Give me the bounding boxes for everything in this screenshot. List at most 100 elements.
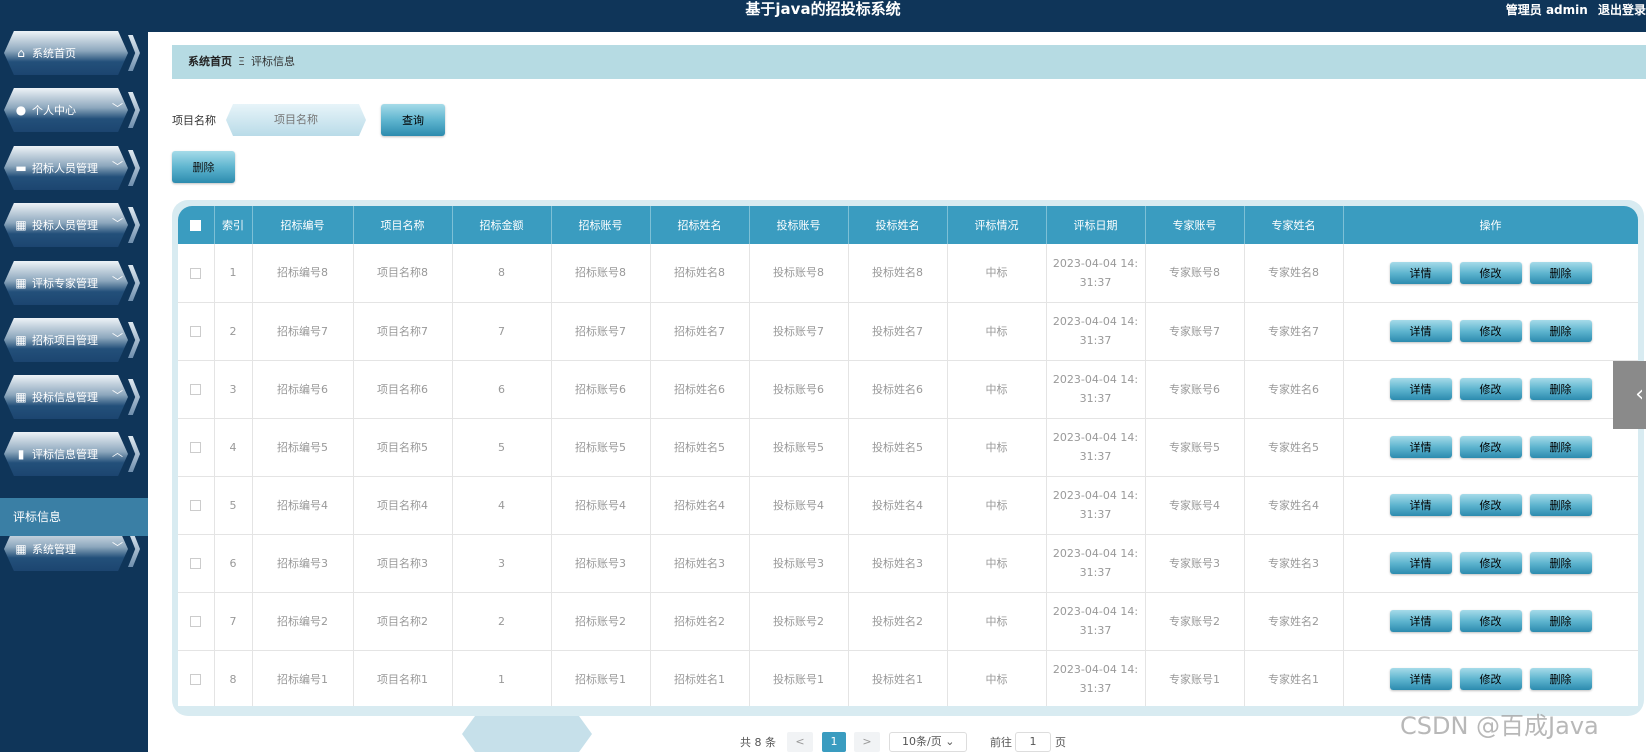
sidebar-subitem-review-info[interactable]: 评标信息 bbox=[0, 498, 148, 536]
cell-bidder-name: 投标姓名6 bbox=[848, 360, 948, 419]
cell-result: 中标 bbox=[947, 360, 1047, 419]
detail-button[interactable]: 详情 bbox=[1389, 320, 1452, 342]
edit-button[interactable]: 修改 bbox=[1459, 494, 1522, 516]
row-checkbox[interactable] bbox=[190, 558, 202, 569]
col-header-date: 评标日期 bbox=[1046, 206, 1146, 244]
goto-page-input[interactable]: 1 bbox=[1015, 732, 1051, 752]
row-checkbox[interactable] bbox=[190, 384, 202, 395]
cell-actions: 详情 修改 删除 bbox=[1343, 592, 1638, 651]
cell-amount: 6 bbox=[452, 360, 552, 419]
table-body: 1 招标编号8 项目名称8 8 招标账号8 招标姓名8 投标账号8 投标姓名8 中标 2023-0… bbox=[178, 244, 1638, 706]
row-checkbox[interactable] bbox=[190, 442, 202, 453]
home-icon: ⌂ bbox=[17, 46, 25, 60]
cell-actions: 详情 修改 删除 bbox=[1343, 418, 1638, 477]
cell-date: 2023-04-04 14: 31:37 bbox=[1046, 650, 1146, 706]
cell-result: 中标 bbox=[947, 476, 1047, 535]
sidebar-item-home[interactable]: ⌂ 系统首页 bbox=[4, 31, 140, 75]
detail-button[interactable]: 详情 bbox=[1389, 668, 1452, 690]
cell-index: 7 bbox=[214, 592, 253, 651]
detail-button[interactable]: 详情 bbox=[1389, 552, 1452, 574]
table-row: 6 招标编号3 项目名称3 3 招标账号3 招标姓名3 投标账号3 投标姓名3 中标 2023-0… bbox=[178, 534, 1638, 593]
delete-button[interactable]: 删除 bbox=[1529, 494, 1592, 516]
edit-button[interactable]: 修改 bbox=[1459, 552, 1522, 574]
cell-result: 中标 bbox=[947, 650, 1047, 706]
cell-tender-acct: 招标账号3 bbox=[551, 534, 651, 593]
page-number-current[interactable]: 1 bbox=[822, 732, 846, 752]
table-row: 2 招标编号7 项目名称7 7 招标账号7 招标姓名7 投标账号7 投标姓名7 中标 2023-0… bbox=[178, 302, 1638, 361]
delete-button[interactable]: 删除 bbox=[1529, 668, 1592, 690]
chevron-icon: ﹀ bbox=[112, 275, 123, 288]
date-line-2: 31:37 bbox=[1079, 450, 1112, 463]
cell-date: 2023-04-04 14: 31:37 bbox=[1046, 360, 1146, 419]
page-size-select[interactable]: 10条/页 ⌄ bbox=[889, 732, 967, 752]
detail-button[interactable]: 详情 bbox=[1389, 436, 1452, 458]
bulk-delete-button[interactable]: 删除 bbox=[172, 151, 235, 183]
cell-expert-acct: 专家账号6 bbox=[1145, 360, 1245, 419]
cell-bid-no: 招标编号3 bbox=[252, 534, 354, 593]
cell-actions: 详情 修改 删除 bbox=[1343, 476, 1638, 535]
cell-bid-no: 招标编号1 bbox=[252, 650, 354, 706]
logout-link[interactable]: 退出登录 bbox=[1598, 3, 1646, 17]
row-checkbox[interactable] bbox=[190, 674, 202, 685]
cell-tender-name: 招标姓名2 bbox=[650, 592, 750, 651]
select-all-checkbox[interactable] bbox=[190, 220, 202, 231]
edit-button[interactable]: 修改 bbox=[1459, 261, 1522, 284]
delete-button[interactable]: 删除 bbox=[1529, 436, 1592, 458]
table-container: 索引 招标编号 项目名称 招标金额 招标账号 招标姓名 投标账号 投标姓名 评标… bbox=[178, 206, 1638, 706]
edit-button[interactable]: 修改 bbox=[1459, 610, 1522, 632]
detail-button[interactable]: 详情 bbox=[1389, 494, 1452, 516]
edit-button[interactable]: 修改 bbox=[1459, 668, 1522, 690]
sidebar-item-tender-staff[interactable]: ▬ 招标人员管理 ﹀ bbox=[4, 146, 140, 190]
sidebar-item-project[interactable]: ▦ 招标项目管理 ﹀ bbox=[4, 318, 140, 362]
detail-button[interactable]: 详情 bbox=[1389, 378, 1452, 400]
row-select-cell bbox=[178, 418, 215, 477]
date-line-2: 31:37 bbox=[1079, 682, 1112, 695]
edit-button[interactable]: 修改 bbox=[1459, 436, 1522, 458]
prev-page-button[interactable]: < bbox=[787, 732, 813, 752]
row-checkbox[interactable] bbox=[190, 326, 202, 337]
delete-button[interactable]: 删除 bbox=[1529, 378, 1592, 400]
review-info-table: 索引 招标编号 项目名称 招标金额 招标账号 招标姓名 投标账号 投标姓名 评标… bbox=[178, 206, 1638, 706]
row-checkbox[interactable] bbox=[190, 616, 202, 627]
row-checkbox[interactable] bbox=[190, 267, 202, 279]
delete-button[interactable]: 删除 bbox=[1529, 610, 1592, 632]
bar-chart-icon: ▮ bbox=[17, 447, 25, 461]
cell-tender-name: 招标姓名5 bbox=[650, 418, 750, 477]
date-line-1: 2023-04-04 14: bbox=[1052, 431, 1139, 444]
sidebar-item-expert[interactable]: ▦ 评标专家管理 ﹀ bbox=[4, 261, 140, 305]
breadcrumb-home[interactable]: 系统首页 bbox=[188, 55, 232, 68]
detail-button[interactable]: 详情 bbox=[1389, 261, 1452, 284]
sidebar-item-bidder-staff[interactable]: ▦ 投标人员管理 ﹀ bbox=[4, 203, 140, 247]
cell-project: 项目名称7 bbox=[353, 302, 453, 361]
cell-bidder-name: 投标姓名3 bbox=[848, 534, 948, 593]
cell-bidder-name: 投标姓名1 bbox=[848, 650, 948, 706]
cell-expert-name: 专家姓名1 bbox=[1244, 650, 1344, 706]
cell-index: 4 bbox=[214, 418, 253, 477]
cell-tender-acct: 招标账号4 bbox=[551, 476, 651, 535]
query-button[interactable]: 查询 bbox=[381, 104, 445, 136]
delete-button[interactable]: 删除 bbox=[1529, 320, 1592, 342]
detail-button[interactable]: 详情 bbox=[1389, 610, 1452, 632]
cell-bidder-acct: 投标账号8 bbox=[749, 244, 849, 303]
next-page-button[interactable]: > bbox=[854, 732, 880, 752]
delete-button[interactable]: 删除 bbox=[1529, 261, 1592, 284]
sidebar-item-bid-info[interactable]: ▦ 投标信息管理 ﹀ bbox=[4, 375, 140, 419]
sidebar-item-label: 投标人员管理 bbox=[32, 219, 98, 232]
cell-expert-acct: 专家账号3 bbox=[1145, 534, 1245, 593]
delete-button[interactable]: 删除 bbox=[1529, 552, 1592, 574]
project-name-search-input[interactable] bbox=[226, 104, 366, 136]
chevron-icon: ﹀ bbox=[112, 217, 123, 230]
row-checkbox[interactable] bbox=[190, 500, 202, 511]
cell-date: 2023-04-04 14: 31:37 bbox=[1046, 476, 1146, 535]
cell-bid-no: 招标编号7 bbox=[252, 302, 354, 361]
cell-bidder-name: 投标姓名2 bbox=[848, 592, 948, 651]
sidebar-item-review-info[interactable]: ▮ 评标信息管理 ︿ bbox=[4, 432, 140, 476]
edit-button[interactable]: 修改 bbox=[1459, 320, 1522, 342]
cell-amount: 5 bbox=[452, 418, 552, 477]
collapse-handle[interactable]: ‹ bbox=[1613, 361, 1646, 429]
edit-button[interactable]: 修改 bbox=[1459, 378, 1522, 400]
col-header-expert-name: 专家姓名 bbox=[1244, 206, 1344, 244]
date-line-1: 2023-04-04 14: bbox=[1052, 547, 1139, 560]
sidebar-item-personal-center[interactable]: ● 个人中心 ﹀ bbox=[4, 88, 140, 132]
col-header-actions: 操作 bbox=[1343, 206, 1638, 244]
